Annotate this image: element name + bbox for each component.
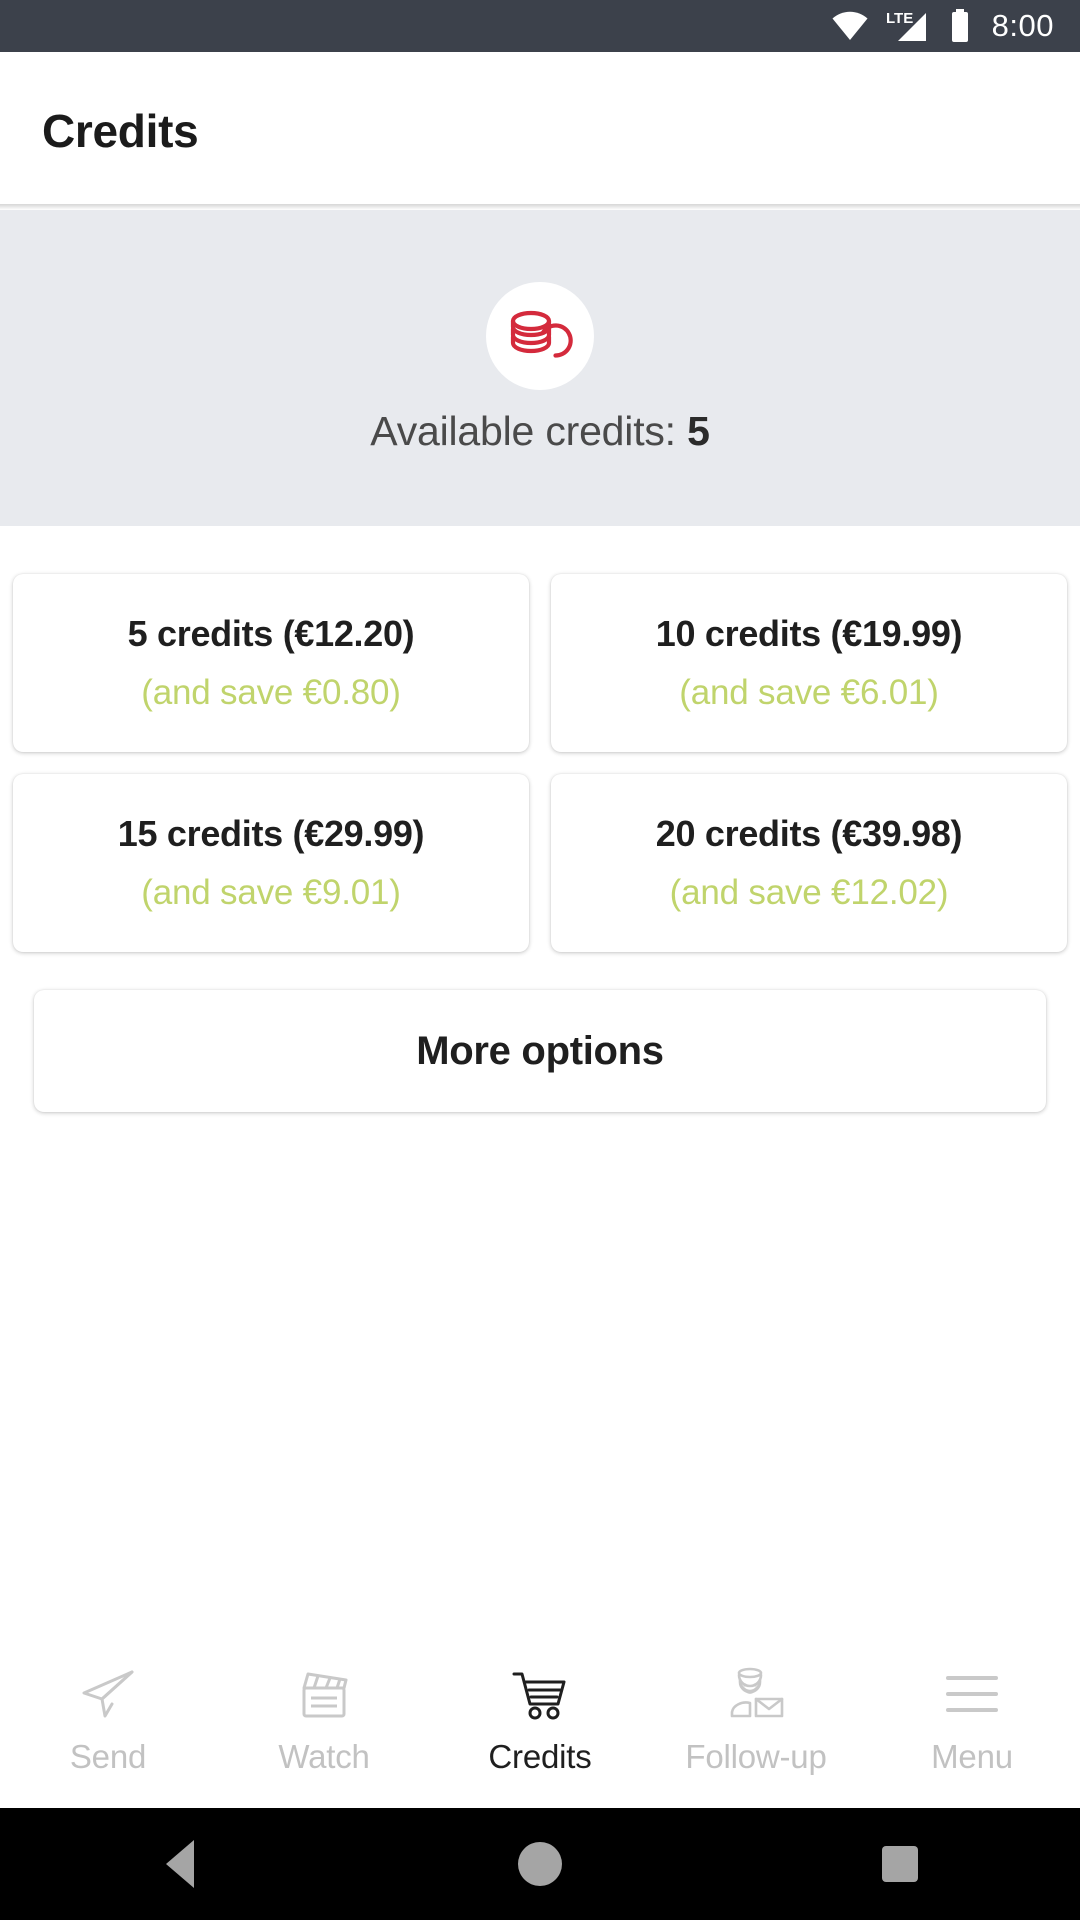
credit-package-card[interactable]: 10 credits (€19.99) (and save €6.01) [551, 574, 1067, 752]
main-content: 5 credits (€12.20) (and save €0.80) 10 c… [0, 526, 1080, 1640]
android-home-button[interactable] [450, 1808, 630, 1920]
nav-item-send[interactable]: Send [0, 1664, 216, 1776]
nav-label-follow-up: Follow-up [685, 1738, 827, 1775]
package-savings: (and save €6.01) [679, 673, 939, 712]
bottom-navigation: Send Watch Credits Follow-up Menu [0, 1640, 1080, 1808]
cellular-signal-icon: LTE [886, 9, 932, 43]
paper-plane-icon [78, 1664, 138, 1724]
credit-package-card[interactable]: 5 credits (€12.20) (and save €0.80) [13, 574, 529, 752]
available-credits-prefix: Available credits: [370, 407, 688, 454]
nav-item-follow-up[interactable]: Follow-up [648, 1664, 864, 1776]
credit-packages-grid: 5 credits (€12.20) (and save €0.80) 10 c… [12, 574, 1068, 952]
nav-item-watch[interactable]: Watch [216, 1664, 432, 1776]
app-bar: Credits [0, 52, 1080, 210]
package-savings: (and save €12.02) [669, 873, 949, 912]
back-triangle-icon [166, 1840, 194, 1888]
package-savings: (and save €9.01) [141, 873, 401, 912]
recents-square-icon [882, 1846, 918, 1882]
nav-item-menu[interactable]: Menu [864, 1664, 1080, 1776]
android-system-nav [0, 1808, 1080, 1920]
package-title: 5 credits (€12.20) [127, 613, 415, 654]
svg-text:LTE: LTE [886, 10, 913, 27]
nav-item-credits[interactable]: Credits [432, 1664, 648, 1776]
postman-mail-icon [726, 1664, 786, 1724]
battery-full-icon [949, 9, 971, 43]
home-circle-icon [518, 1842, 562, 1886]
nav-label-watch: Watch [278, 1738, 370, 1775]
more-options-button[interactable]: More options [34, 990, 1046, 1112]
credit-package-card[interactable]: 20 credits (€39.98) (and save €12.02) [551, 774, 1067, 952]
available-credits-banner: Available credits: 5 [0, 210, 1080, 526]
package-savings: (and save €0.80) [141, 673, 401, 712]
status-bar-clock: 8:00 [991, 8, 1054, 43]
coins-stack-icon [486, 281, 594, 390]
status-bar: LTE 8:00 [0, 0, 1080, 52]
available-credits-value: 5 [687, 407, 710, 454]
android-back-button[interactable] [90, 1808, 270, 1920]
nav-label-menu: Menu [931, 1738, 1013, 1775]
android-recents-button[interactable] [810, 1808, 990, 1920]
available-credits-label: Available credits: 5 [370, 407, 710, 455]
nav-label-credits: Credits [488, 1738, 592, 1775]
more-options-label: More options [416, 1028, 664, 1073]
package-title: 10 credits (€19.99) [655, 613, 963, 654]
page-title: Credits [42, 105, 199, 157]
package-title: 20 credits (€39.98) [655, 813, 963, 854]
credit-package-card[interactable]: 15 credits (€29.99) (and save €9.01) [13, 774, 529, 952]
package-title: 15 credits (€29.99) [117, 813, 425, 854]
shopping-cart-icon [510, 1664, 570, 1724]
nav-label-send: Send [69, 1738, 147, 1775]
clapperboard-icon [296, 1664, 352, 1724]
wifi-icon [831, 11, 869, 41]
hamburger-menu-icon [943, 1664, 1001, 1724]
phone-screen: LTE 8:00 Credits Available credits: 5 5 … [0, 0, 1080, 1920]
